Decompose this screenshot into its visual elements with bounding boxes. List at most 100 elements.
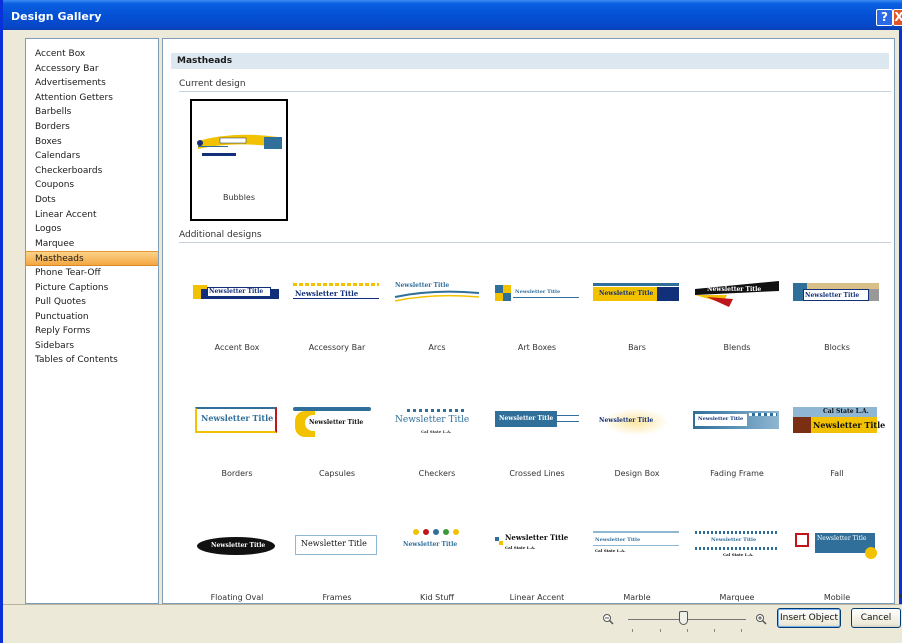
- design-label: Design Box: [614, 469, 660, 478]
- category-item[interactable]: Sidebars: [26, 339, 158, 354]
- design-label: Marquee: [719, 593, 755, 602]
- svg-text:Newsletter Title: Newsletter Title: [707, 286, 761, 293]
- bubbles-thumbnail: [197, 134, 282, 156]
- divider: [179, 91, 891, 92]
- gallery-scrollbar[interactable]: ▾: [896, 38, 902, 604]
- zoom-out-icon[interactable]: [602, 613, 614, 625]
- design-gallery-window: Design Gallery ? X Accent Box Accessory …: [0, 0, 902, 643]
- category-item[interactable]: Linear Accent: [26, 208, 158, 223]
- window-title: Design Gallery: [11, 10, 102, 23]
- category-item[interactable]: Boxes: [26, 135, 158, 150]
- category-item[interactable]: Coupons: [26, 178, 158, 193]
- category-item[interactable]: Marquee: [26, 237, 158, 252]
- category-item[interactable]: Calendars: [26, 149, 158, 164]
- category-item[interactable]: Accent Box: [26, 47, 158, 62]
- design-label: Checkers: [418, 469, 456, 478]
- crossed-lines-thumbnail: Newsletter Title: [493, 405, 581, 449]
- design-thumb[interactable]: Cal State L.A. Newsletter Title Fall: [793, 405, 885, 478]
- category-item[interactable]: Phone Tear-Off: [26, 266, 158, 281]
- kid-stuff-thumbnail: Newsletter Title: [393, 529, 481, 573]
- category-item[interactable]: Picture Captions: [26, 281, 158, 296]
- design-thumb[interactable]: Newsletter Title Cal State L.A. Linear A…: [493, 529, 581, 602]
- current-design-label: Bubbles: [222, 193, 256, 202]
- close-button[interactable]: X: [893, 9, 902, 26]
- accent-box-thumbnail: Newsletter Title: [193, 277, 281, 321]
- design-thumb[interactable]: Newsletter Title Borders: [193, 405, 281, 478]
- slider-tick: [660, 629, 661, 632]
- design-label: Fall: [830, 469, 844, 478]
- design-thumb[interactable]: Newsletter Title Frames: [293, 529, 381, 602]
- category-list[interactable]: Accent Box Accessory Bar Advertisements …: [25, 38, 159, 604]
- art-boxes-thumbnail: Newsletter Title: [493, 277, 581, 321]
- zoom-slider-handle[interactable]: [679, 611, 688, 625]
- marquee-thumbnail: Newsletter Title Cal State L.A.: [693, 529, 781, 573]
- design-thumb[interactable]: Newsletter Title Crossed Lines: [493, 405, 581, 478]
- additional-designs-heading: Additional designs: [179, 230, 262, 240]
- design-label: Frames: [322, 593, 352, 602]
- category-item[interactable]: Accessory Bar: [26, 62, 158, 77]
- cancel-button[interactable]: Cancel: [851, 608, 901, 628]
- category-item[interactable]: Punctuation: [26, 310, 158, 325]
- current-design-heading: Current design: [179, 79, 246, 89]
- design-label: Bars: [628, 343, 646, 352]
- category-item[interactable]: Tables of Contents: [26, 353, 158, 368]
- slider-tick: [687, 629, 688, 632]
- design-label: Arcs: [428, 343, 446, 352]
- design-thumb[interactable]: Newsletter Title Accessory Bar: [293, 277, 381, 352]
- zoom-in-icon[interactable]: [755, 613, 767, 625]
- insert-object-button[interactable]: Insert Object: [777, 608, 841, 628]
- design-thumb[interactable]: Newsletter Title Bars: [593, 277, 681, 352]
- category-item[interactable]: Dots: [26, 193, 158, 208]
- help-button[interactable]: ?: [876, 9, 893, 26]
- title-bar: Design Gallery: [3, 0, 902, 30]
- design-thumb[interactable]: Newsletter Title Art Boxes: [493, 277, 581, 352]
- section-title: Mastheads: [171, 53, 889, 69]
- category-item[interactable]: Barbells: [26, 105, 158, 120]
- design-thumb[interactable]: Newsletter Title Accent Box: [193, 277, 281, 352]
- design-thumb[interactable]: Newsletter Title Cal State L.A. Marble: [593, 529, 681, 602]
- dialog-footer: Insert Object Cancel: [3, 604, 902, 643]
- mobile-thumbnail: Newsletter Title: [793, 529, 881, 573]
- divider: [179, 242, 891, 243]
- category-item[interactable]: Checkerboards: [26, 164, 158, 179]
- design-thumb[interactable]: Newsletter Title Fading Frame: [693, 405, 781, 478]
- design-thumb[interactable]: Newsletter Title Cal State L.A. Checkers: [393, 405, 481, 478]
- design-label: Marble: [623, 593, 651, 602]
- fall-thumbnail: Cal State L.A. Newsletter Title: [793, 405, 885, 449]
- fading-frame-thumbnail: Newsletter Title: [693, 405, 781, 449]
- scroll-down-icon[interactable]: ▾: [896, 592, 902, 604]
- slider-tick: [741, 629, 742, 632]
- category-item[interactable]: Borders: [26, 120, 158, 135]
- design-thumb[interactable]: Newsletter Title Design Box: [593, 405, 681, 478]
- slider-tick: [714, 629, 715, 632]
- category-item[interactable]: Pull Quotes: [26, 295, 158, 310]
- design-thumb[interactable]: Newsletter Title Cal State L.A. Marquee: [693, 529, 781, 602]
- checkers-thumbnail: Newsletter Title Cal State L.A.: [393, 405, 481, 449]
- design-thumb[interactable]: Newsletter Title Floating Oval: [193, 529, 281, 602]
- linear-accent-thumbnail: Newsletter Title Cal State L.A.: [493, 529, 581, 573]
- design-label: Accessory Bar: [308, 343, 366, 352]
- design-thumb[interactable]: Newsletter Title Kid Stuff: [393, 529, 481, 602]
- accessory-bar-thumbnail: Newsletter Title: [293, 277, 381, 321]
- design-label: Mobile: [823, 593, 851, 602]
- design-label: Art Boxes: [517, 343, 557, 352]
- floating-oval-thumbnail: Newsletter Title: [193, 529, 281, 573]
- design-thumb[interactable]: Newsletter Title Blends: [693, 277, 781, 352]
- design-thumb[interactable]: Newsletter Title Mobile: [793, 529, 881, 602]
- design-label: Borders: [221, 469, 253, 478]
- category-item-selected[interactable]: Mastheads: [26, 251, 158, 266]
- current-design-card[interactable]: Bubbles: [190, 99, 288, 221]
- design-thumb[interactable]: Newsletter Title Blocks: [793, 277, 881, 352]
- category-item[interactable]: Advertisements: [26, 76, 158, 91]
- design-label: Fading Frame: [710, 469, 764, 478]
- design-thumb[interactable]: Newsletter Title Arcs: [393, 277, 481, 352]
- design-label: Linear Accent: [509, 593, 565, 602]
- svg-text:Newsletter Title: Newsletter Title: [395, 282, 449, 289]
- category-item[interactable]: Attention Getters: [26, 91, 158, 106]
- category-item[interactable]: Logos: [26, 222, 158, 237]
- blocks-thumbnail: Newsletter Title: [793, 277, 881, 321]
- design-thumb[interactable]: Newsletter Title Capsules: [293, 405, 381, 478]
- category-item[interactable]: Reply Forms: [26, 324, 158, 339]
- arcs-thumbnail: Newsletter Title: [393, 277, 481, 321]
- frames-thumbnail: Newsletter Title: [293, 529, 381, 573]
